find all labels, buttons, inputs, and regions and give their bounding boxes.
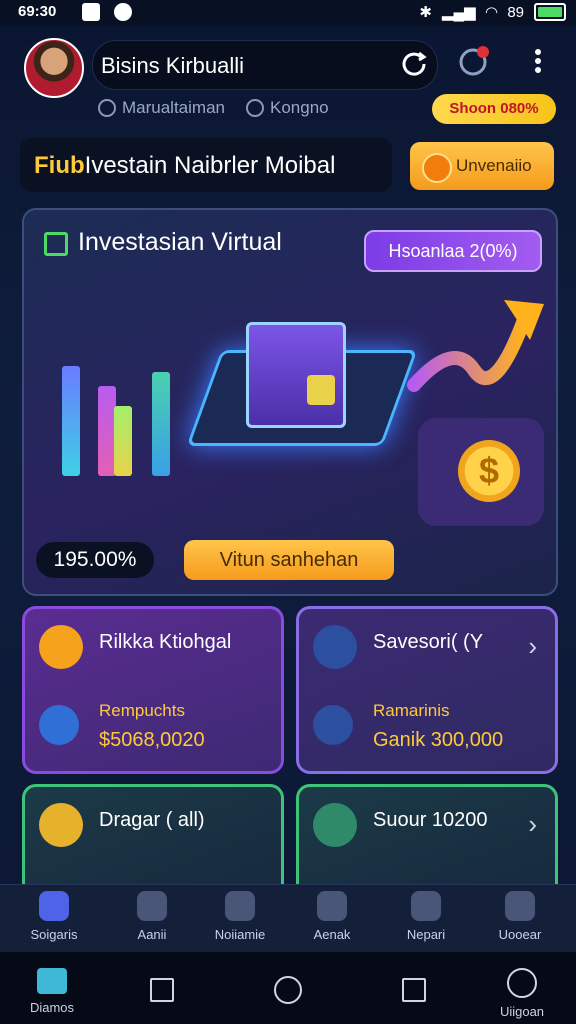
bottom-nav: Soigaris Aanii Noiiamie Aenak Nepari Uoo… [0,884,576,953]
profile-button[interactable]: Uiigoan [482,968,562,1019]
dollar-chat-icon [39,803,83,847]
card-label: Rempuchts [99,701,185,720]
bag-icon [39,705,79,745]
hero-card: Investasian Virtual Hsoanlaa 2(0%) $ 195… [22,208,558,596]
send-icon [313,625,357,669]
growth-arrow-icon [407,300,544,392]
location-primary[interactable]: Marualtaiman [98,98,225,118]
card-title: Savesori( (Y [373,631,484,653]
chevron-right-icon[interactable]: › [528,631,537,662]
chevron-right-icon[interactable]: › [528,809,537,840]
triangle-icon [313,705,353,745]
pin-icon [246,99,264,117]
dollar-coin-icon: $ [458,440,520,502]
system-nav-bar: Diamos Uiigoan [0,952,576,1024]
circle-home-icon[interactable] [274,976,302,1004]
status-bar: 69:30 ✱ ▂▄▆ ◜◝ 89 [0,0,576,26]
location-secondary[interactable]: Kongno [246,98,329,118]
nav-item-4[interactable]: Nepari [386,891,466,942]
camera-icon [505,891,535,921]
card-title: Dragar ( all) [99,809,205,831]
home-button[interactable]: Diamos [12,968,92,1015]
card-title: Suour 10200 [373,809,488,831]
nav-item-1[interactable]: Aanii [112,891,192,942]
chat-icon [411,891,441,921]
coin-tile: $ [418,418,544,526]
gear-coin-icon [39,625,83,669]
wifi-icon: ◜◝ [485,4,498,21]
percent-badge[interactable]: Hsoanlaa 2(0%) [364,230,542,272]
search-text: Bisins Kirbualli [101,53,245,78]
nav-item-2[interactable]: Noiiamie [200,891,280,942]
signal-icon: ▂▄▆ [441,4,476,21]
grid-icon [225,891,255,921]
chart-bar [152,372,170,476]
pin-icon [98,99,116,117]
title-rest: Ivestain Naibrler Moibal [84,152,336,179]
search-bar[interactable]: Bisins Kirbualli [92,40,438,90]
user-icon [507,968,537,998]
nav-item-0[interactable]: Soigaris [14,891,94,942]
app-notification-icon [82,3,100,21]
home-icon [37,968,67,994]
hero-title: Investasian Virtual [78,228,282,256]
nav-item-5[interactable]: Uooear [480,891,560,942]
square-nav-icon[interactable] [150,978,174,1002]
nav-item-3[interactable]: Aenak [292,891,372,942]
title-prefix: Fiub [34,152,85,179]
battery-icon [534,3,566,21]
avatar[interactable] [24,38,84,98]
invest-button[interactable]: Unvenaiio [410,142,554,190]
card-title: Rilkka Ktiohgal [99,631,232,653]
notification-bell-icon[interactable] [456,44,492,80]
status-time: 69:30 [18,3,57,20]
bluetooth-icon: ✱ [419,4,432,21]
card-label: Ramarinis [373,701,450,720]
person-icon [313,803,357,847]
checkbox-icon [44,232,68,256]
card-value: Ganik 300,000 [373,729,504,751]
cube-illustration [246,322,346,428]
battery-level: 89 [507,3,524,21]
status-icons: ✱ ▂▄▆ ◜◝ 89 [419,3,566,21]
card-value: $5068,0020 [99,729,205,751]
user-alert-icon [137,891,167,921]
settings-notification-icon [114,3,132,21]
coin-icon [422,153,452,183]
refresh-icon[interactable] [397,47,431,81]
chart-bar [62,366,80,476]
hero-cta-button[interactable]: Vitun sanhehan [184,540,394,580]
promo-pill[interactable]: Shoon 080% [432,94,556,124]
server-icon [39,891,69,921]
chart-bar [114,406,132,476]
rate-display: 195.00% [36,542,154,578]
more-menu-icon[interactable] [530,46,546,82]
card-account[interactable]: Rilkka Ktiohgal Rempuchts $5068,0020 [22,606,284,774]
square-recents-icon[interactable] [402,978,426,1002]
card-savings[interactable]: Savesori( (Y › Ramarinis Ganik 300,000 [296,606,558,774]
shield-icon [317,891,347,921]
page-title: FiubIvestain Naibrler Moibal [20,138,392,192]
